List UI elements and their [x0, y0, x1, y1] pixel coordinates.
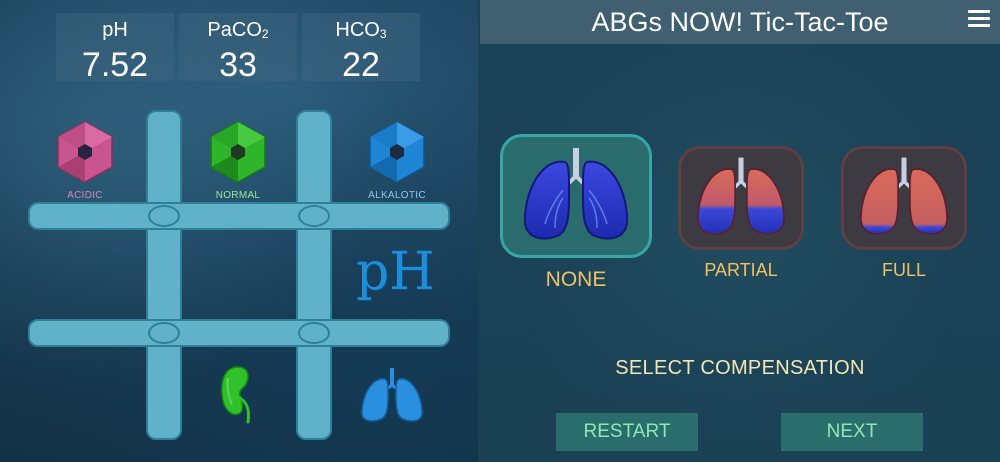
ph-stat-label: pH: [102, 19, 128, 41]
hco3-stat-label: HCO3: [335, 19, 387, 41]
cell-alkalotic[interactable]: ALKALOTIC: [357, 121, 437, 201]
ph-stat-box: pH 7.52: [56, 13, 174, 84]
lung-card-partial: [678, 146, 804, 250]
cell-normal-caption: NORMAL: [215, 190, 261, 201]
grid-line-horizontal-bottom: [28, 319, 450, 347]
hexagon-icon: [57, 121, 113, 183]
hexagon-icon: [210, 121, 266, 183]
select-compensation-prompt: SELECT COMPENSATION: [615, 357, 865, 379]
lung-card-none: [500, 134, 652, 258]
cell-acidic-caption: ACIDIC: [67, 190, 103, 201]
cell-lungs[interactable]: [359, 367, 425, 430]
paco2-stat-value: 33: [219, 46, 257, 84]
app-title: ABGs NOW! Tic-Tac-Toe: [591, 7, 889, 37]
compensation-option-partial[interactable]: PARTIAL: [677, 146, 805, 281]
grid-intersection: [148, 322, 180, 344]
grid-line-vertical-left: [146, 110, 182, 440]
title-bar: ABGs NOW! Tic-Tac-Toe: [480, 0, 1000, 44]
paco2-stat-box: PaCO2 33: [179, 13, 297, 84]
compensation-label-none: NONE: [545, 268, 607, 291]
grid-intersection: [298, 322, 330, 344]
cell-normal[interactable]: NORMAL: [198, 121, 278, 201]
restart-button[interactable]: RESTART: [556, 413, 698, 451]
lung-card-full: [841, 146, 967, 250]
ph-cell-mark[interactable]: pH: [356, 242, 435, 302]
hco3-stat-value: 22: [342, 46, 380, 84]
kidney-icon: [221, 366, 250, 424]
cell-kidney[interactable]: [218, 364, 258, 431]
lungs-icon: [361, 368, 423, 422]
compensation-option-full[interactable]: FULL: [840, 146, 968, 281]
paco2-stat-label: PaCO2: [207, 19, 269, 41]
hexagon-icon: [369, 121, 425, 183]
cell-alkalotic-caption: ALKALOTIC: [368, 190, 426, 201]
compensation-label-partial: PARTIAL: [704, 260, 778, 280]
grid-line-horizontal-top: [28, 202, 450, 230]
next-button[interactable]: NEXT: [781, 413, 923, 451]
grid-intersection: [298, 205, 330, 227]
lungs-icon: [697, 157, 785, 235]
grid-intersection: [148, 205, 180, 227]
lungs-icon: [860, 157, 948, 235]
lungs-icon: [523, 148, 629, 240]
cell-acidic[interactable]: ACIDIC: [45, 121, 125, 201]
compensation-label-full: FULL: [881, 260, 926, 280]
compensation-option-none[interactable]: NONE: [500, 134, 652, 292]
hamburger-menu-icon[interactable]: [968, 10, 990, 28]
grid-line-vertical-right: [296, 110, 332, 440]
hco3-stat-box: HCO3 22: [302, 13, 420, 84]
ph-stat-value: 7.52: [81, 46, 149, 84]
